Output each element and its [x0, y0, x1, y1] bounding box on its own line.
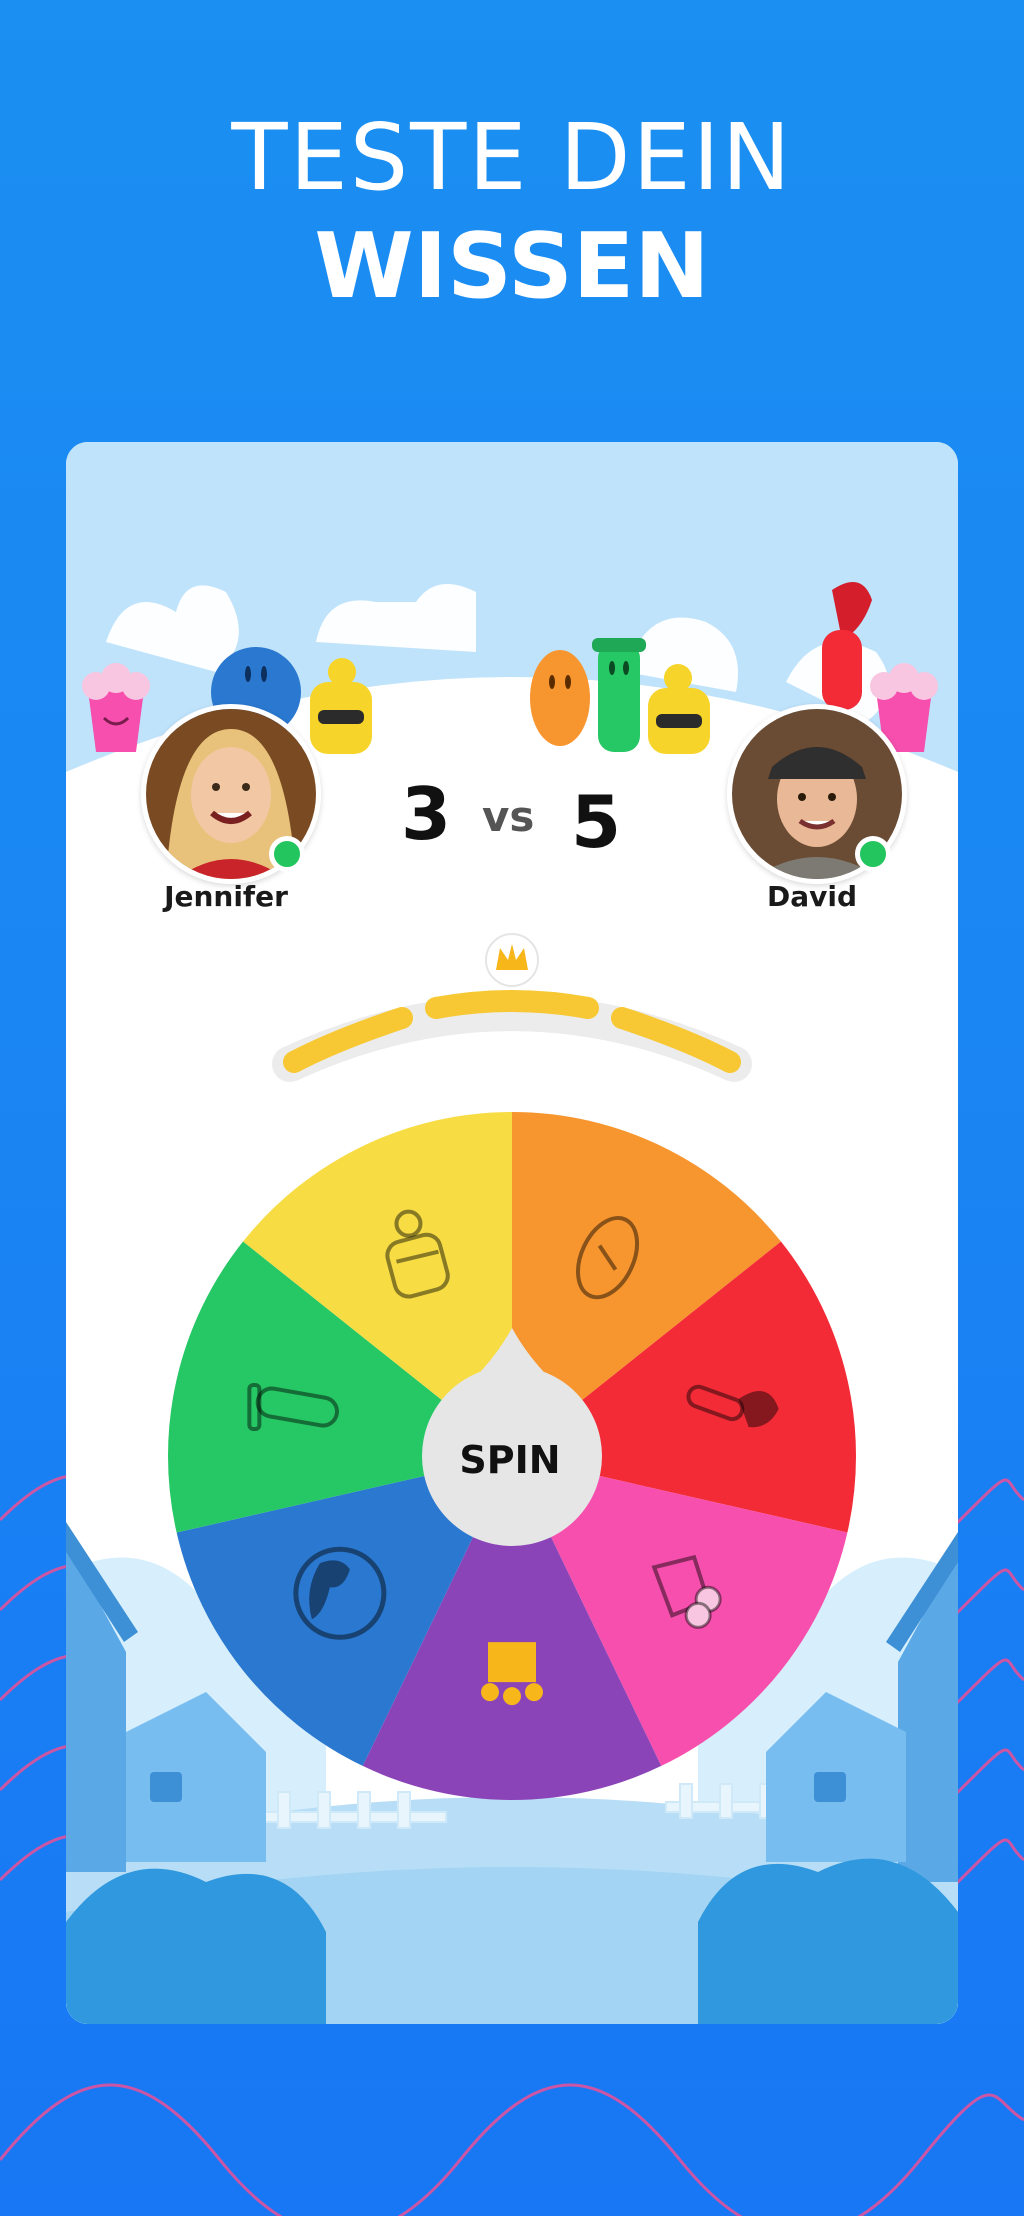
- game-scene: [66, 442, 958, 2024]
- character-test-tube: [592, 638, 646, 752]
- player1-name: Jennifer: [164, 880, 288, 913]
- online-indicator-player1: [269, 836, 305, 872]
- player2-score: 5: [571, 780, 622, 864]
- character-football: [530, 650, 590, 746]
- headline-line-2: WISSEN: [314, 214, 710, 319]
- headline: TESTE DEIN WISSEN: [0, 112, 1024, 312]
- game-card: Jennifer David 3 vs 5: [66, 442, 958, 2024]
- player2-name: David: [766, 880, 858, 913]
- player1-score: 3: [401, 772, 452, 856]
- headline-line-1: TESTE DEIN: [231, 104, 793, 211]
- spin-button[interactable]: [420, 1374, 600, 1554]
- crown-icon: [485, 933, 539, 987]
- versus-label: vs: [482, 792, 535, 841]
- online-indicator-player2: [855, 836, 891, 872]
